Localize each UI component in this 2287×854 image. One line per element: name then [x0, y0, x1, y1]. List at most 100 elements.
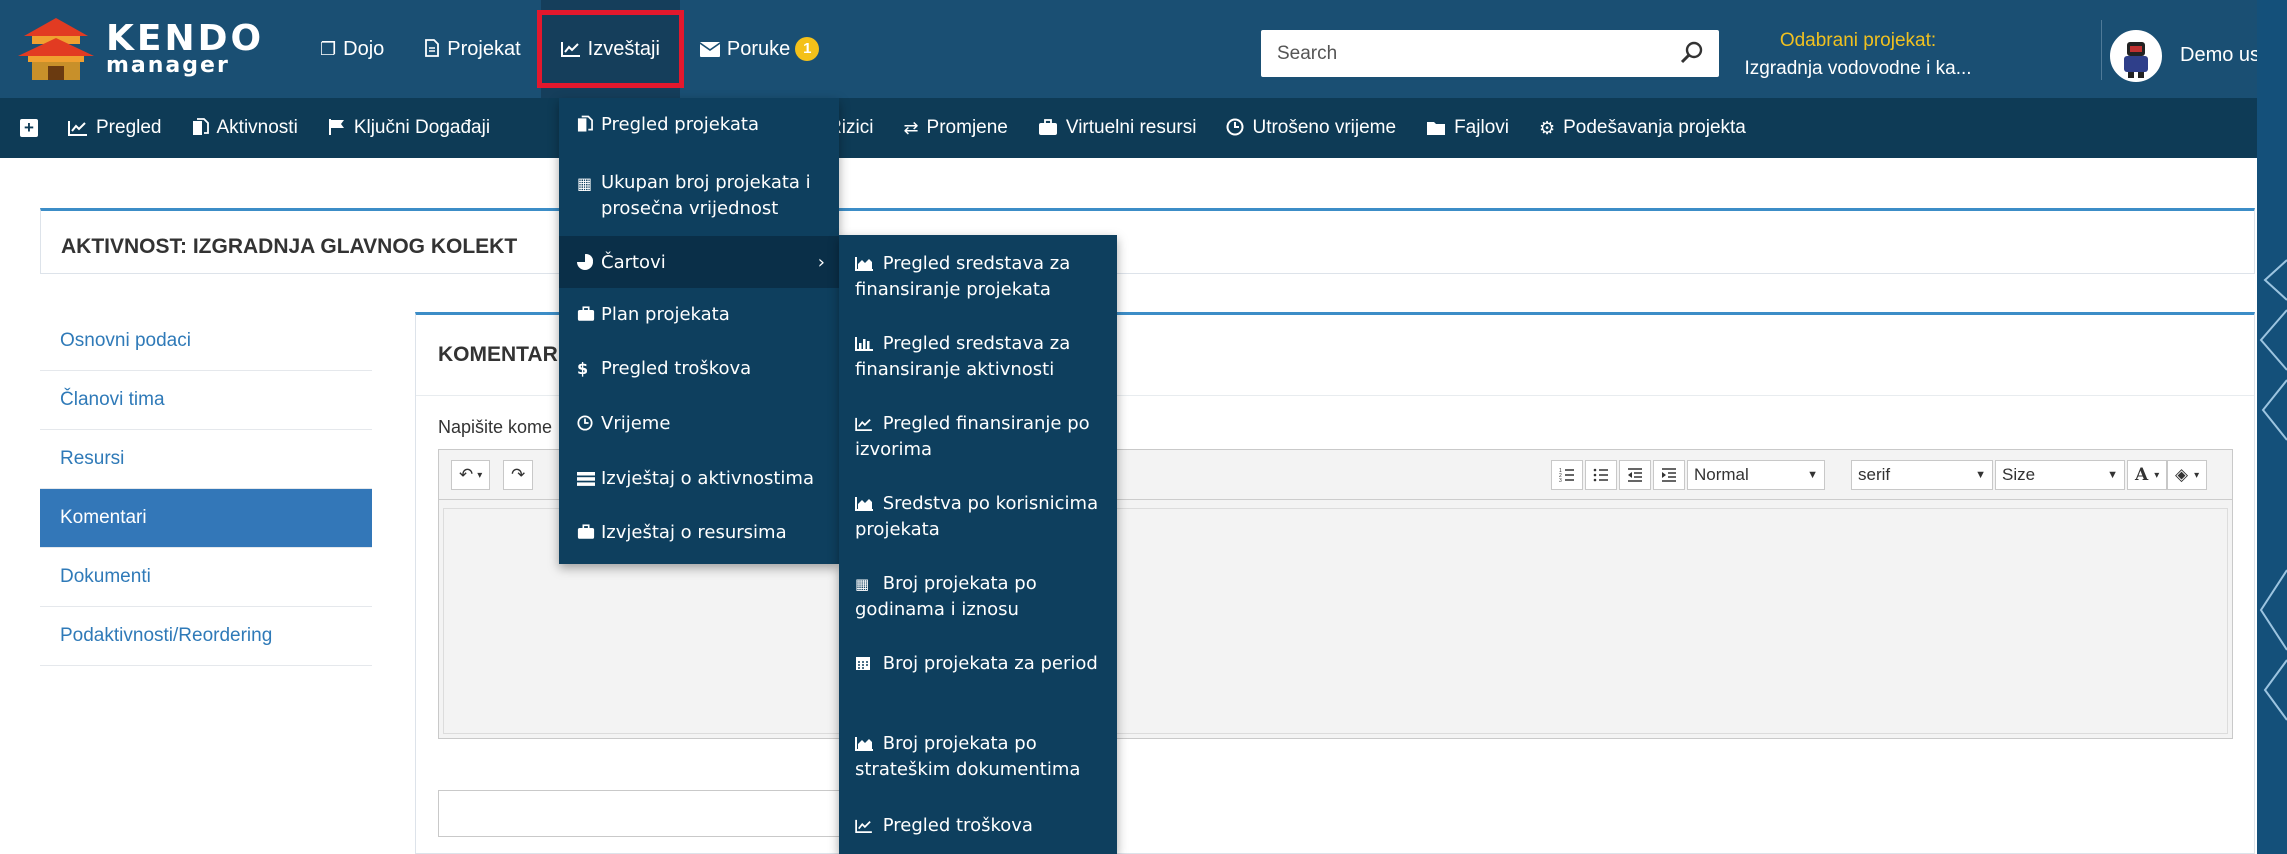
submenu-item-chart-1[interactable]: Pregled sredstava za finansiranje projek… — [839, 251, 1117, 303]
subnav-virtuelni-resursi[interactable]: Virtuelni resursi — [1038, 117, 1197, 139]
menu-item-ukupan-broj-projekata[interactable]: ▦ Ukupan broj projekata i prosečna vrije… — [559, 170, 839, 232]
messages-badge: 1 — [795, 37, 820, 61]
exchange-icon: ⇄ — [903, 117, 919, 138]
comment-label: Napišite kome — [438, 417, 553, 437]
menu-item-label: Pregled projekata — [601, 114, 760, 135]
bar-chart-icon — [855, 331, 877, 357]
menu-item-cartovi[interactable]: Čartovi › — [559, 236, 839, 288]
line-chart-icon — [855, 411, 877, 437]
reports-dropdown-menu: Pregled projekata ▦ Ukupan broj projekat… — [559, 98, 839, 564]
header-divider — [2101, 20, 2102, 80]
app-window: KENDO manager ❐ Dojo Projekat Izveštaji — [0, 0, 2257, 854]
menu-item-label: Vrijeme — [601, 413, 671, 434]
sidenav-item-resursi[interactable]: Resursi — [40, 430, 372, 489]
files-icon — [577, 115, 601, 135]
subnav-kljucni-dogadjaji-label: Ključni Događaji — [353, 117, 491, 138]
menu-item-plan-projekata[interactable]: Plan projekata — [559, 304, 839, 342]
sidenav-item-osnovni-podaci[interactable]: Osnovni podaci — [40, 312, 372, 371]
calendar-icon — [855, 651, 877, 677]
redo-button[interactable]: ↷ — [503, 460, 534, 490]
nav-projekat[interactable]: Projekat — [404, 0, 540, 98]
add-icon[interactable]: + — [20, 119, 38, 137]
area-chart-icon — [855, 251, 877, 277]
text-color-button[interactable]: A ▾ — [2127, 460, 2168, 490]
undo-button[interactable]: ↶ ▾ — [451, 460, 491, 490]
subnav-pregled[interactable]: Pregled — [68, 117, 162, 139]
dollar-icon: $ — [577, 359, 589, 378]
nav-dojo-label: Dojo — [343, 37, 385, 60]
comment-input[interactable] — [438, 790, 878, 837]
ordered-list-button[interactable]: 123 — [1551, 460, 1583, 490]
comment-panel-title: KOMENTAR — [438, 343, 558, 366]
charts-submenu: Pregled sredstava za finansiranje projek… — [839, 235, 1117, 854]
subnav-utroseno-vrijeme[interactable]: Utrošeno vrijeme — [1226, 117, 1396, 139]
nav-dojo[interactable]: ❐ Dojo — [300, 0, 404, 98]
submenu-item-chart-2[interactable]: Pregled sredstava za finansiranje aktivn… — [839, 331, 1117, 383]
submenu-item-label: Broj projekata po strateškim dokumentima — [855, 733, 1081, 780]
flag-icon — [328, 118, 346, 139]
bullet-list-icon — [1593, 468, 1608, 482]
subnav-fajlovi[interactable]: Fajlovi — [1426, 117, 1509, 139]
subnav-promjene-label: Promjene — [926, 117, 1008, 138]
main-navigation: ❐ Dojo Projekat Izveštaji Poruke 1 — [300, 0, 839, 98]
subnav-podesavanja-projekta[interactable]: ⚙ Podešavanja projekta — [1539, 117, 1746, 139]
subnav-aktivnosti[interactable]: Aktivnosti — [192, 117, 298, 139]
menu-item-izvjestaj-o-resursima[interactable]: Izvještaj o resursima — [559, 522, 839, 560]
briefcase-icon — [577, 523, 601, 542]
kendo-manager-logo[interactable]: KENDO manager — [14, 14, 261, 84]
search-input[interactable] — [1261, 30, 1661, 77]
background-color-button[interactable]: ◈ ▾ — [2167, 460, 2208, 490]
submenu-item-chart-3[interactable]: Pregled finansiranje po izvorima — [839, 411, 1117, 463]
chevron-down-icon: ▼ — [1807, 469, 1818, 481]
font-select-value: serif — [1858, 465, 1891, 484]
submenu-item-chart-6[interactable]: Broj projekata za period — [839, 651, 1117, 677]
clock-icon — [577, 414, 601, 433]
pie-chart-icon — [577, 253, 601, 272]
sidenav-item-podaktivnosti[interactable]: Podaktivnosti/Reordering — [40, 607, 372, 666]
activity-sidenav: Osnovni podaci Članovi tima Resursi Kome… — [40, 312, 372, 666]
sidenav-item-komentari[interactable]: Komentari — [40, 489, 372, 548]
menu-item-label: Ukupan broj projekata i prosečna vrijedn… — [601, 172, 811, 219]
svg-text:3: 3 — [1559, 478, 1562, 483]
subnav-virtuelni-resursi-label: Virtuelni resursi — [1065, 117, 1197, 138]
outdent-button[interactable] — [1619, 460, 1651, 490]
submenu-item-label: Pregled sredstava za finansiranje projek… — [855, 253, 1071, 300]
search-icon[interactable] — [1679, 40, 1705, 66]
submenu-item-label: Broj projekata po godinama i iznosu — [855, 573, 1037, 620]
ordered-list-icon: 123 — [1559, 468, 1574, 483]
sidenav-item-dokumenti[interactable]: Dokumenti — [40, 548, 372, 607]
nav-poruke[interactable]: Poruke 1 — [680, 0, 839, 98]
menu-item-vrijeme[interactable]: Vrijeme — [559, 413, 839, 451]
avatar[interactable] — [2110, 30, 2162, 82]
size-select[interactable]: Size ▼ — [1995, 460, 2125, 490]
pagoda-logo-icon — [18, 18, 94, 80]
menu-item-pregled-troskova[interactable]: $ Pregled troškova — [559, 358, 839, 396]
indent-icon — [1662, 468, 1676, 482]
submenu-item-chart-5[interactable]: ▦ Broj projekata po godinama i iznosu — [839, 571, 1117, 623]
submenu-item-chart-7[interactable]: Broj projekata po strateškim dokumentima — [839, 731, 1117, 783]
format-select[interactable]: Normal ▼ — [1687, 460, 1825, 490]
area-chart-icon — [855, 491, 877, 517]
subnav-promjene[interactable]: ⇄ Promjene — [903, 117, 1007, 139]
clock-icon — [1226, 118, 1244, 139]
subnav-fajlovi-label: Fajlovi — [1454, 117, 1509, 138]
nav-izvestaji[interactable]: Izveštaji — [536, 0, 684, 98]
font-select[interactable]: serif ▼ — [1851, 460, 1993, 490]
submenu-item-label: Broj projekata za period — [882, 653, 1098, 674]
highlight-box — [536, 10, 684, 88]
chevron-down-icon: ▼ — [2107, 469, 2118, 481]
bullet-list-button[interactable] — [1585, 460, 1617, 490]
subnav-kljucni-dogadjaji[interactable]: Ključni Događaji — [328, 117, 490, 139]
menu-item-pregled-projekata[interactable]: Pregled projekata — [559, 114, 839, 152]
submenu-item-chart-4[interactable]: Sredstva po korisnicima projekata — [839, 491, 1117, 543]
sidenav-item-clanovi-tima[interactable]: Članovi tima — [40, 371, 372, 430]
envelope-icon — [699, 39, 721, 60]
selected-project-label: Odabrani projekat: — [1779, 30, 1937, 51]
selected-project[interactable]: Odabrani projekat: Izgradnja vodovodne i… — [1733, 30, 1983, 80]
indent-button[interactable] — [1653, 460, 1685, 490]
user-name[interactable]: Demo user — [2180, 44, 2257, 67]
chevron-down-icon: ▼ — [1975, 469, 1986, 481]
submenu-item-chart-8[interactable]: Pregled troškova — [839, 813, 1117, 839]
subnav-utroseno-vrijeme-label: Utrošeno vrijeme — [1252, 117, 1397, 138]
menu-item-izvjestaj-o-aktivnostima[interactable]: Izvještaj o aktivnostima — [559, 468, 839, 506]
